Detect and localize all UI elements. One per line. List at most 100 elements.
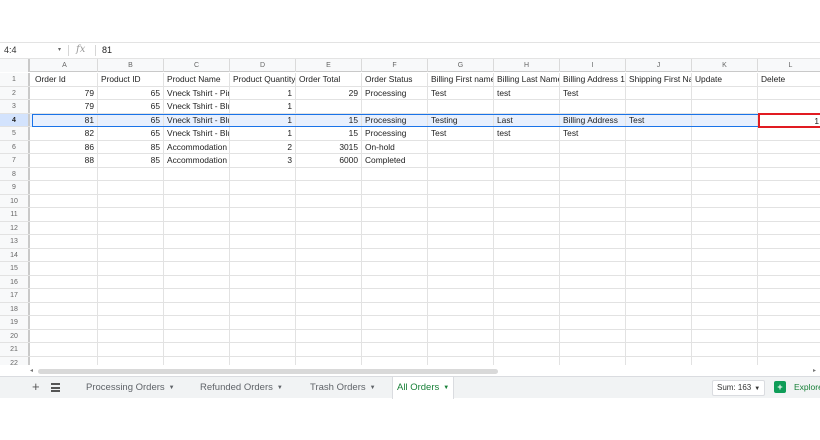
cell[interactable]	[98, 221, 164, 234]
cell[interactable]	[560, 194, 626, 207]
cell[interactable]: 65	[98, 113, 164, 126]
cell[interactable]	[296, 289, 362, 302]
table-row[interactable]: 9	[0, 181, 820, 195]
hamburger-icon[interactable]	[51, 383, 60, 392]
select-all-corner[interactable]	[0, 59, 30, 72]
row-number[interactable]: 20	[0, 329, 30, 342]
row-number[interactable]: 21	[0, 343, 30, 356]
cell[interactable]: Test	[428, 86, 494, 99]
cell[interactable]	[296, 167, 362, 180]
cell[interactable]	[758, 195, 820, 208]
cell[interactable]: 1	[230, 86, 296, 99]
cell[interactable]	[296, 208, 362, 221]
row-number[interactable]: 2	[0, 86, 30, 99]
cell[interactable]	[692, 167, 758, 180]
cell[interactable]	[428, 181, 494, 194]
cell[interactable]	[626, 140, 692, 153]
cell[interactable]	[362, 235, 428, 248]
cell[interactable]	[626, 275, 692, 288]
cell[interactable]	[494, 302, 560, 315]
column-header-j[interactable]: J	[626, 59, 692, 72]
cell[interactable]	[692, 100, 758, 113]
cell[interactable]	[32, 316, 98, 329]
cell[interactable]: 65	[98, 127, 164, 140]
cell[interactable]	[362, 221, 428, 234]
cell[interactable]	[230, 248, 296, 261]
cell[interactable]: 79	[32, 86, 98, 99]
cell[interactable]	[758, 87, 820, 100]
cell[interactable]	[296, 248, 362, 261]
cell[interactable]: Test	[560, 86, 626, 99]
cell[interactable]	[494, 194, 560, 207]
cell[interactable]	[98, 343, 164, 356]
sum-dropdown[interactable]: Sum: 163 ▼	[712, 380, 766, 396]
cell[interactable]	[164, 275, 230, 288]
table-row[interactable]: 5 82 65 Vneck Tshirt - Blue 1 15 Processing Tes…	[0, 127, 820, 141]
column-header-c[interactable]: C	[164, 59, 230, 72]
cell[interactable]	[692, 140, 758, 153]
header-cell[interactable]: Order Id	[32, 73, 98, 86]
cell[interactable]	[164, 289, 230, 302]
cell[interactable]: Last	[494, 113, 560, 126]
cell[interactable]	[296, 235, 362, 248]
cell[interactable]: Test	[428, 127, 494, 140]
row-number[interactable]: 17	[0, 289, 30, 302]
cell[interactable]	[626, 343, 692, 356]
cell[interactable]	[362, 181, 428, 194]
cell[interactable]	[560, 235, 626, 248]
cell[interactable]	[560, 140, 626, 153]
column-header-b[interactable]: B	[98, 59, 164, 72]
cell[interactable]	[758, 181, 820, 194]
cell[interactable]	[626, 127, 692, 140]
cell[interactable]: Accommodation	[164, 154, 230, 167]
row-number[interactable]: 8	[0, 167, 30, 180]
column-header-g[interactable]: G	[428, 59, 494, 72]
cell[interactable]	[230, 329, 296, 342]
cell[interactable]	[164, 356, 230, 365]
row-number[interactable]: 14	[0, 248, 30, 261]
cell[interactable]	[362, 208, 428, 221]
table-row[interactable]: 18	[0, 302, 820, 316]
cell[interactable]	[428, 289, 494, 302]
cell[interactable]: 1	[230, 127, 296, 140]
cell[interactable]	[494, 167, 560, 180]
cell[interactable]	[494, 275, 560, 288]
table-row[interactable]: 12	[0, 221, 820, 235]
header-cell[interactable]: Product Name	[164, 73, 230, 86]
cell[interactable]	[560, 208, 626, 221]
cell[interactable]	[494, 100, 560, 113]
cell[interactable]	[626, 262, 692, 275]
cell[interactable]	[362, 356, 428, 365]
cell[interactable]	[758, 141, 820, 154]
cell[interactable]	[758, 100, 820, 113]
cell[interactable]	[560, 289, 626, 302]
sheet-tab-refunded-orders[interactable]: Refunded Orders ▼	[196, 377, 287, 399]
cell[interactable]	[428, 329, 494, 342]
cell[interactable]	[230, 194, 296, 207]
cell[interactable]	[32, 275, 98, 288]
header-cell[interactable]: Product ID	[98, 73, 164, 86]
cell[interactable]	[32, 302, 98, 315]
cell[interactable]	[758, 289, 820, 302]
chevron-down-icon[interactable]: ▼	[277, 385, 283, 391]
cell[interactable]	[32, 235, 98, 248]
cell[interactable]	[362, 100, 428, 113]
cell[interactable]	[494, 343, 560, 356]
cell[interactable]	[626, 221, 692, 234]
table-row[interactable]: 3 79 65 Vneck Tshirt - Blue 1	[0, 100, 820, 114]
cell[interactable]	[626, 86, 692, 99]
cell[interactable]	[626, 181, 692, 194]
explore-icon[interactable]: +	[774, 381, 786, 393]
cell[interactable]	[626, 302, 692, 315]
cell[interactable]	[428, 316, 494, 329]
cell[interactable]	[560, 221, 626, 234]
table-row[interactable]: 14	[0, 248, 820, 262]
cell[interactable]	[626, 194, 692, 207]
cell[interactable]	[692, 302, 758, 315]
cell[interactable]	[296, 100, 362, 113]
cell[interactable]	[692, 154, 758, 167]
cell[interactable]: 1	[230, 113, 296, 126]
cell[interactable]: Completed	[362, 154, 428, 167]
table-row[interactable]: 15	[0, 262, 820, 276]
cell[interactable]	[428, 262, 494, 275]
